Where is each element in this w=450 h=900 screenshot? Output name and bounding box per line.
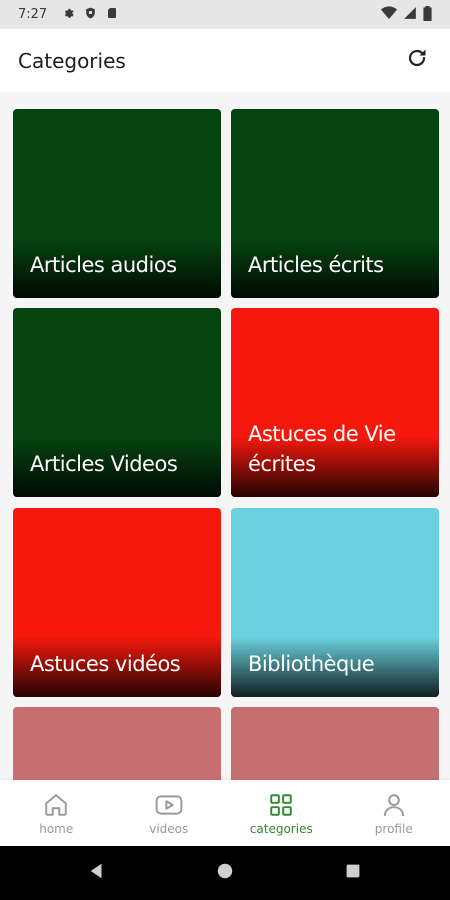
back-triangle-icon (88, 862, 106, 885)
category-label: Astuces vidéos (30, 652, 181, 676)
recents-button[interactable] (338, 858, 368, 888)
home-circle-icon (216, 862, 234, 885)
wifi-icon (381, 6, 397, 23)
signal-icon (403, 6, 417, 23)
category-tile[interactable] (13, 707, 221, 780)
nav-label: videos (149, 821, 189, 836)
bottom-nav: home videos categories profile (0, 780, 450, 846)
nav-item-categories[interactable]: categories (225, 780, 338, 846)
category-tile[interactable]: Articles Videos (13, 308, 221, 497)
page-title: Categories (18, 48, 126, 73)
sd-card-icon (106, 6, 118, 23)
status-bar: 7:27 (0, 0, 450, 29)
recents-square-icon (345, 863, 361, 884)
category-label: Bibliothèque (248, 652, 375, 676)
nav-label: profile (374, 821, 413, 836)
category-label: Articles écrits (248, 253, 384, 277)
person-icon (380, 791, 408, 819)
category-tile[interactable] (231, 707, 439, 780)
category-label: Articles Videos (30, 452, 178, 476)
category-tile[interactable]: Articles audios (13, 109, 221, 298)
category-tile-background (13, 707, 221, 780)
refresh-icon (405, 46, 429, 75)
grid-icon (267, 791, 295, 819)
categories-grid: Articles audios Articles écrits Articles… (0, 92, 450, 780)
system-nav-bar (0, 846, 450, 900)
shield-icon (84, 6, 97, 23)
app-bar: Categories (0, 29, 450, 92)
category-label: Articles audios (30, 253, 177, 277)
status-right-icons (381, 5, 432, 24)
app-screen: 7:27 Categories Articles audios Articles… (0, 0, 450, 900)
refresh-button[interactable] (402, 46, 432, 76)
category-label: Astuces de Vie écrites (248, 422, 396, 476)
home-system-button[interactable] (210, 858, 240, 888)
status-left-icons (61, 6, 118, 23)
nav-item-profile[interactable]: profile (338, 780, 450, 846)
category-tile[interactable]: Bibliothèque (231, 508, 439, 697)
video-icon (155, 791, 183, 819)
nav-item-home[interactable]: home (0, 780, 113, 846)
category-tile[interactable]: Articles écrits (231, 109, 439, 298)
nav-item-videos[interactable]: videos (113, 780, 226, 846)
battery-icon (423, 5, 432, 24)
nav-label: home (39, 821, 74, 836)
back-button[interactable] (82, 858, 112, 888)
category-tile-background (231, 707, 439, 780)
home-icon (42, 791, 70, 819)
category-tile[interactable]: Astuces vidéos (13, 508, 221, 697)
category-tile[interactable]: Astuces de Vie écrites (231, 308, 439, 497)
nav-label: categories (249, 821, 313, 836)
status-time: 7:27 (18, 7, 48, 22)
settings-icon (61, 6, 75, 23)
